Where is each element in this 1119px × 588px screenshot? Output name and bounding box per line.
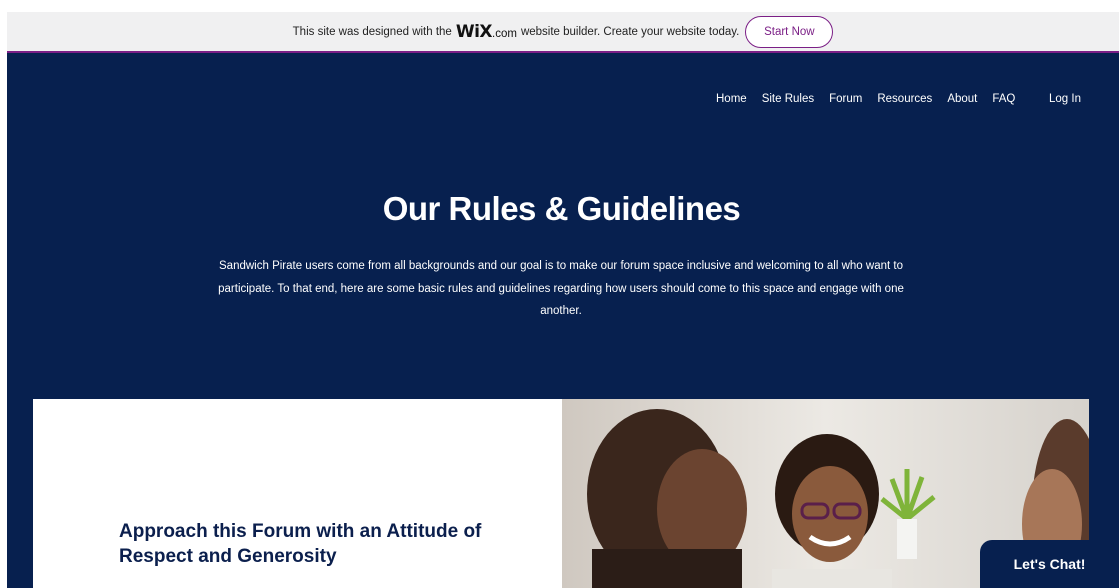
section-heading: Approach this Forum with an Attitude of …: [119, 521, 482, 567]
wix-logo-text: WiX: [455, 21, 493, 42]
wix-banner-text-before: This site was designed with the: [292, 25, 452, 38]
content-card: Approach this Forum with an Attitude of …: [33, 399, 563, 588]
login-link[interactable]: Log In: [1049, 93, 1081, 105]
page-title: Our Rules & Guidelines: [382, 190, 741, 227]
nav-item-about[interactable]: About: [947, 93, 977, 105]
lets-chat-button[interactable]: Let's Chat!: [980, 540, 1119, 588]
wix-logo: WiX.com: [456, 22, 517, 42]
nav-item-site-rules[interactable]: Site Rules: [762, 93, 814, 105]
wix-banner-text: This site was designed with the WiX.com …: [293, 22, 740, 42]
hero-section: Home Site Rules Forum Resources About FA…: [7, 53, 1119, 588]
start-now-button[interactable]: Start Now: [745, 15, 834, 48]
wix-logo-suffix: .com: [492, 27, 517, 40]
nav-item-forum[interactable]: Forum: [829, 93, 862, 105]
nav-item-faq[interactable]: FAQ: [992, 93, 1015, 105]
wix-banner-text-after: website builder. Create your website tod…: [520, 25, 740, 38]
nav-item-resources[interactable]: Resources: [877, 93, 932, 105]
intro-paragraph: Sandwich Pirate users come from all back…: [218, 260, 904, 317]
wix-promo-banner: This site was designed with the WiX.com …: [7, 12, 1119, 53]
main-nav: Home Site Rules Forum Resources About FA…: [716, 93, 1015, 105]
nav-item-home[interactable]: Home: [716, 93, 747, 105]
